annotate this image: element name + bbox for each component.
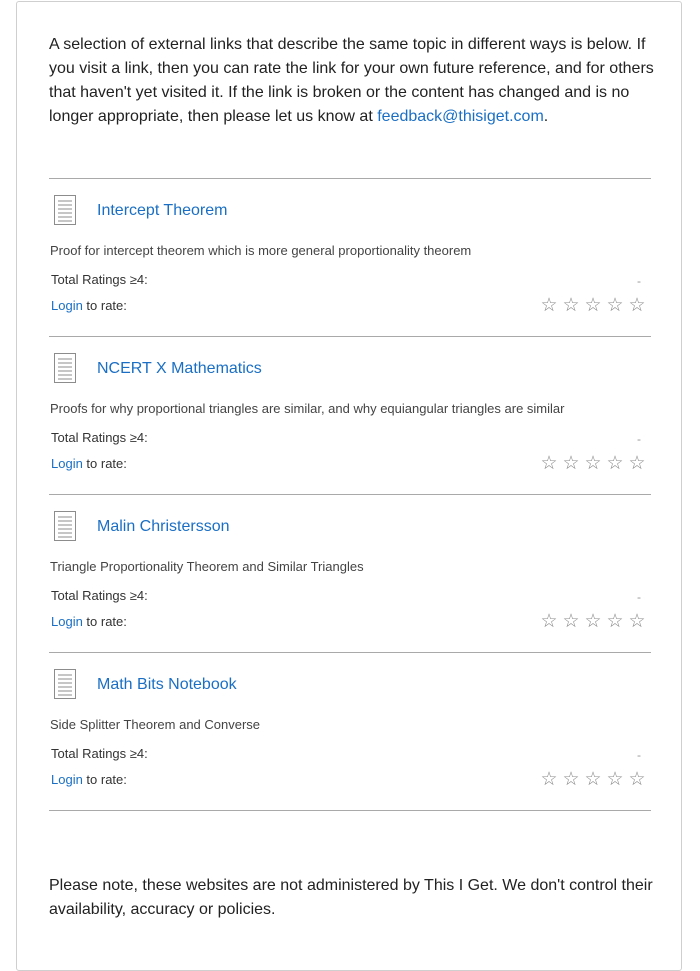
star-outline-icon[interactable]: ☆ <box>604 451 626 475</box>
star-rating: ☆ ☆ ☆ ☆ ☆ <box>538 293 648 317</box>
star-rating: ☆ ☆ ☆ ☆ ☆ <box>538 451 648 475</box>
star-outline-icon[interactable]: ☆ <box>582 451 604 475</box>
rate-suffix: to rate: <box>82 772 127 787</box>
link-description: Triangle Proportionality Theorem and Sim… <box>50 559 364 574</box>
external-links-list: Intercept Theorem Proof for intercept th… <box>49 178 651 811</box>
star-outline-icon[interactable]: ☆ <box>626 293 648 317</box>
document-icon <box>54 511 76 541</box>
total-ratings-value: - <box>637 274 641 288</box>
document-icon <box>54 669 76 699</box>
link-title[interactable]: Intercept Theorem <box>97 201 227 221</box>
rate-line: Login to rate: <box>51 456 127 472</box>
star-outline-icon[interactable]: ☆ <box>604 767 626 791</box>
star-outline-icon[interactable]: ☆ <box>626 609 648 633</box>
intro-text: A selection of external links that descr… <box>49 36 654 125</box>
intro-end: . <box>543 108 549 125</box>
star-outline-icon[interactable]: ☆ <box>538 293 560 317</box>
login-link[interactable]: Login <box>51 772 83 787</box>
star-outline-icon[interactable]: ☆ <box>538 767 560 791</box>
rate-line: Login to rate: <box>51 298 127 314</box>
total-ratings-label: Total Ratings ≥4: <box>51 746 148 761</box>
total-ratings-value: - <box>637 590 641 604</box>
star-outline-icon[interactable]: ☆ <box>604 293 626 317</box>
star-outline-icon[interactable]: ☆ <box>582 609 604 633</box>
login-link[interactable]: Login <box>51 456 83 471</box>
link-title[interactable]: Malin Christersson <box>97 517 229 537</box>
star-outline-icon[interactable]: ☆ <box>560 293 582 317</box>
star-outline-icon[interactable]: ☆ <box>604 609 626 633</box>
rate-suffix: to rate: <box>82 298 127 313</box>
feedback-email-link[interactable]: feedback@thisiget.com <box>377 108 544 125</box>
document-icon <box>54 353 76 383</box>
star-rating: ☆ ☆ ☆ ☆ ☆ <box>538 609 648 633</box>
total-ratings-value: - <box>637 432 641 446</box>
star-outline-icon[interactable]: ☆ <box>538 451 560 475</box>
link-description: Side Splitter Theorem and Converse <box>50 717 261 732</box>
star-outline-icon[interactable]: ☆ <box>582 767 604 791</box>
total-ratings-label: Total Ratings ≥4: <box>51 272 148 287</box>
login-link[interactable]: Login <box>51 298 83 313</box>
link-item: Malin Christersson Triangle Proportional… <box>49 494 651 652</box>
link-item: Intercept Theorem Proof for intercept th… <box>49 178 651 336</box>
rate-line: Login to rate: <box>51 772 127 788</box>
star-outline-icon[interactable]: ☆ <box>560 609 582 633</box>
intro-paragraph: A selection of external links that descr… <box>49 33 659 129</box>
star-outline-icon[interactable]: ☆ <box>538 609 560 633</box>
link-title[interactable]: Math Bits Notebook <box>97 675 237 695</box>
star-outline-icon[interactable]: ☆ <box>560 767 582 791</box>
link-item: Math Bits Notebook Side Splitter Theorem… <box>49 652 651 811</box>
link-description: Proofs for why proportional triangles ar… <box>50 401 565 416</box>
star-outline-icon[interactable]: ☆ <box>582 293 604 317</box>
link-description: Proof for intercept theorem which is mor… <box>50 243 472 258</box>
total-ratings-label: Total Ratings ≥4: <box>51 430 148 445</box>
rate-suffix: to rate: <box>82 456 127 471</box>
link-title[interactable]: NCERT X Mathematics <box>97 359 262 379</box>
total-ratings-value: - <box>637 748 641 762</box>
disclaimer-note: Please note, these websites are not admi… <box>49 877 653 918</box>
star-rating: ☆ ☆ ☆ ☆ ☆ <box>538 767 648 791</box>
total-ratings-label: Total Ratings ≥4: <box>51 588 148 603</box>
document-icon <box>54 195 76 225</box>
login-link[interactable]: Login <box>51 614 83 629</box>
star-outline-icon[interactable]: ☆ <box>626 767 648 791</box>
link-item: NCERT X Mathematics Proofs for why propo… <box>49 336 651 494</box>
star-outline-icon[interactable]: ☆ <box>626 451 648 475</box>
rate-line: Login to rate: <box>51 614 127 630</box>
rate-suffix: to rate: <box>82 614 127 629</box>
star-outline-icon[interactable]: ☆ <box>560 451 582 475</box>
